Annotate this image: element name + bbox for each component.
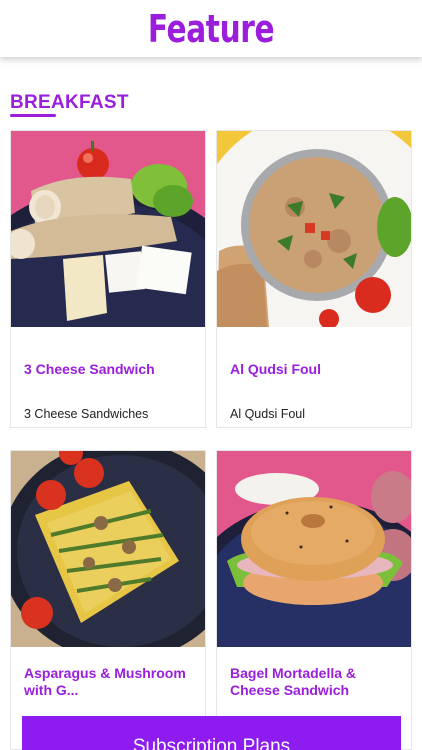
section-underline (10, 114, 56, 117)
item-subtitle: 3 Cheese Sandwiches (24, 407, 149, 421)
item-subtitle: Al Qudsi Foul (230, 407, 306, 421)
menu-card-3-cheese-sandwich[interactable]: 3 Cheese Sandwich 3 Cheese Sandwiches (10, 130, 206, 428)
food-image (217, 131, 411, 327)
menu-card-al-qudsi-foul[interactable]: Al Qudsi Foul Al Qudsi Foul (216, 130, 412, 428)
food-image (217, 451, 411, 647)
menu-card-bagel-mortadella[interactable]: Bagel Mortadella & Cheese Sandwich (216, 450, 412, 750)
page-title: Feature (147, 6, 275, 51)
item-title: Al Qudsi Foul (230, 361, 321, 377)
item-title: Asparagus & Mushroom with G... (24, 665, 186, 698)
food-image (11, 451, 205, 647)
item-title: Bagel Mortadella & Cheese Sandwich (230, 665, 357, 698)
item-title: 3 Cheese Sandwich (24, 361, 155, 377)
food-image (11, 131, 205, 327)
subscription-plans-button[interactable]: Subscription Plans (22, 716, 401, 750)
menu-card-asparagus-mushroom[interactable]: Asparagus & Mushroom with G... (10, 450, 206, 750)
app-header: Feature (0, 0, 422, 57)
section-title: BREAKFAST (10, 92, 129, 113)
